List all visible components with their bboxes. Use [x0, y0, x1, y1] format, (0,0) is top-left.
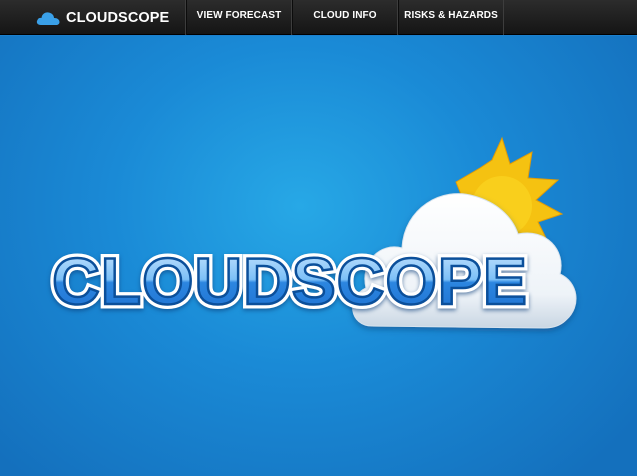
cloud-icon [36, 11, 60, 25]
brand-link[interactable]: CLOUDSCOPE [0, 0, 186, 35]
brand-name: CLOUDSCOPE [66, 9, 170, 26]
top-navbar: CLOUDSCOPE VIEW FORECAST CLOUD INFO RISK… [0, 0, 637, 35]
nav-risks-hazards[interactable]: RISKS & HAZARDS [398, 0, 504, 35]
hero-logo: CLOUDSCOPE CLOUDSCOPE [48, 136, 577, 329]
nav-view-forecast[interactable]: VIEW FORECAST [186, 0, 292, 35]
nav-cloud-info[interactable]: CLOUD INFO [292, 0, 398, 35]
hero-banner: CLOUDSCOPE CLOUDSCOPE [0, 36, 637, 476]
hero-logo-text-outline: CLOUDSCOPE [52, 244, 528, 318]
